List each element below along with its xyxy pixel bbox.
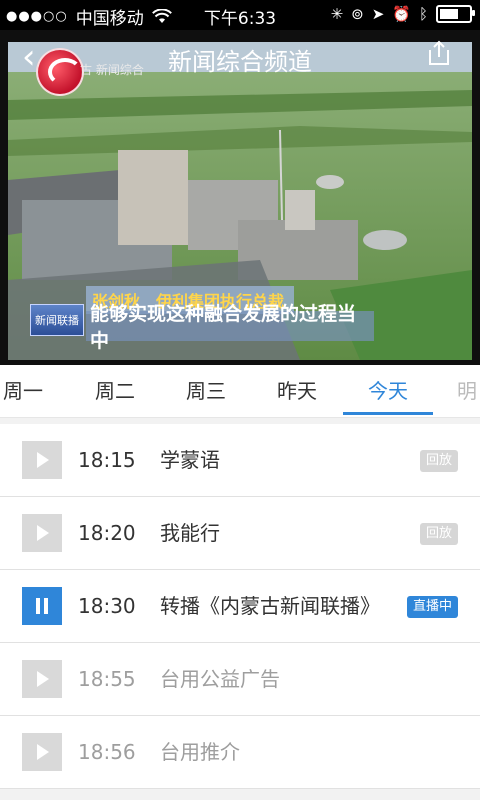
program-time: 18:20 bbox=[78, 521, 136, 545]
program-time: 18:30 bbox=[78, 594, 136, 618]
program-schedule: 18:15 学蒙语 回放 18:20 我能行 回放 18:30 转播《内蒙古新闻… bbox=[0, 418, 480, 800]
caption-program-badge: 新闻联播 bbox=[30, 304, 84, 336]
loading-icon: ✳ bbox=[330, 5, 344, 23]
play-button[interactable] bbox=[22, 441, 62, 479]
play-button[interactable] bbox=[22, 514, 62, 552]
bluetooth-icon: ᛒ bbox=[418, 5, 428, 23]
replay-badge[interactable]: 回放 bbox=[419, 523, 458, 545]
day-tabs: 周一 周二 周三 昨天 今天 明 bbox=[0, 365, 480, 418]
play-icon bbox=[37, 525, 49, 541]
program-name: 台用推介 bbox=[160, 740, 240, 764]
program-time: 18:56 bbox=[78, 740, 136, 764]
share-icon[interactable] bbox=[426, 40, 452, 66]
replay-badge[interactable]: 回放 bbox=[419, 450, 458, 472]
tab-monday[interactable]: 周一 bbox=[0, 365, 68, 417]
play-button[interactable] bbox=[22, 660, 62, 698]
schedule-row[interactable]: 18:56 台用推介 bbox=[0, 716, 480, 789]
play-icon bbox=[37, 671, 49, 687]
rotation-lock-icon: ⊚ bbox=[351, 5, 364, 23]
battery-icon bbox=[436, 5, 475, 23]
video-player[interactable]: 古 新闻综合 ‹ 新闻综合频道 张剑秋 伊利集团执行总裁 新闻联播 能够实现这种… bbox=[0, 30, 480, 365]
program-name: 转播《内蒙古新闻联播》 bbox=[160, 594, 380, 618]
caption-subtitle: 能够实现这种融合发展的过程当中 bbox=[86, 303, 374, 352]
schedule-row[interactable]: 18:15 学蒙语 回放 bbox=[0, 424, 480, 497]
location-icon: ➤ bbox=[371, 5, 385, 23]
tab-wednesday[interactable]: 周三 bbox=[161, 365, 251, 417]
play-button[interactable] bbox=[22, 733, 62, 771]
schedule-row[interactable]: 18:55 台用公益广告 bbox=[0, 643, 480, 716]
status-bar: ●●●○○ 中国移动 下午6:33 ✳ ⊚ ➤ ⏰ ᛒ bbox=[0, 0, 480, 30]
play-icon bbox=[37, 744, 49, 760]
tab-tomorrow[interactable]: 明 bbox=[422, 365, 480, 417]
pause-icon bbox=[36, 598, 40, 614]
schedule-row[interactable]: 18:30 转播《内蒙古新闻联播》 直播中 bbox=[0, 570, 480, 643]
tab-today[interactable]: 今天 bbox=[343, 365, 433, 417]
program-time: 18:55 bbox=[78, 667, 136, 691]
program-time: 18:15 bbox=[78, 448, 136, 472]
schedule-row[interactable]: 18:20 我能行 回放 bbox=[0, 497, 480, 570]
program-name: 学蒙语 bbox=[160, 448, 220, 472]
tab-tuesday[interactable]: 周二 bbox=[70, 365, 160, 417]
program-name: 我能行 bbox=[160, 521, 220, 545]
alarm-icon: ⏰ bbox=[392, 5, 411, 23]
live-badge[interactable]: 直播中 bbox=[406, 596, 458, 618]
active-tab-indicator bbox=[343, 412, 433, 415]
channel-title: 新闻综合频道 bbox=[168, 48, 312, 76]
tab-yesterday[interactable]: 昨天 bbox=[252, 365, 342, 417]
program-name: 台用公益广告 bbox=[160, 667, 280, 691]
pause-button[interactable] bbox=[22, 587, 62, 625]
play-icon bbox=[37, 452, 49, 468]
